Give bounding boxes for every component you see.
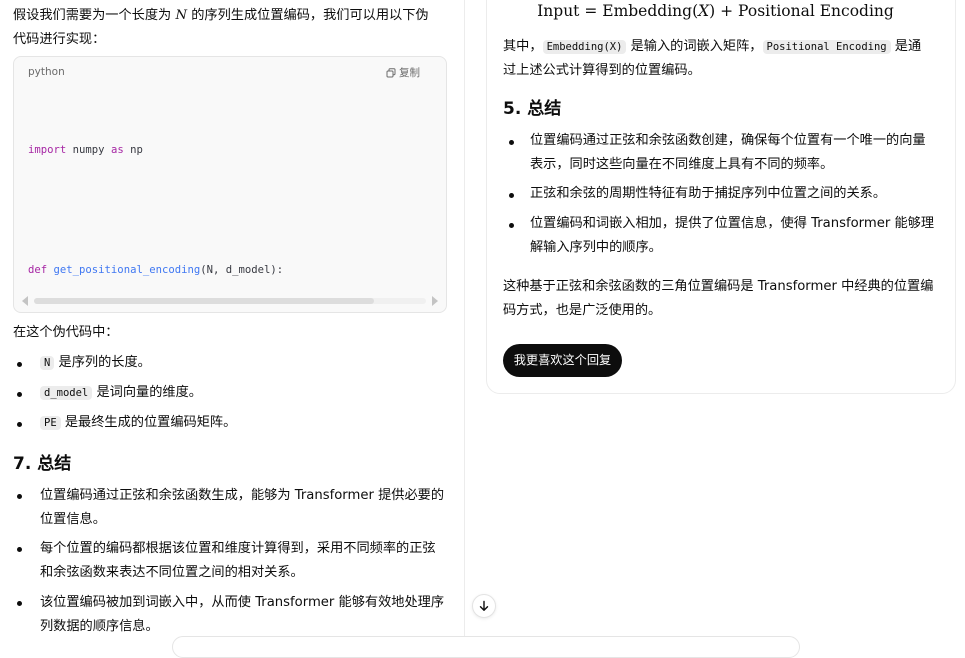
inline-code: Embedding(X) [542, 40, 627, 54]
param-item: N 是序列的长度。 [40, 351, 151, 375]
where-paragraph: 其中， Embedding(X) 是输入的词嵌入矩阵， Positional Enc… [503, 39, 922, 54]
prefer-response-button[interactable]: 我更喜欢这个回复 [503, 344, 622, 377]
formula: Input = Embedding(X) + Positional Encodi… [537, 2, 894, 20]
right-response-pane: Input = Embedding(X) + Positional Encodi… [466, 0, 965, 642]
pseudo-code-heading: 在这个伪代码中： [13, 325, 119, 340]
code-horizontal-scrollbar[interactable] [22, 296, 438, 306]
bullet-dot [17, 494, 22, 499]
bullet-dot [17, 547, 22, 552]
code-content: import numpy as np def get_positional_en… [28, 100, 446, 312]
copy-label: 复制 [399, 67, 420, 79]
intro-text-a: 假设我们需要为一个长度为 [13, 8, 176, 23]
bullet-dot [17, 601, 22, 606]
intro-paragraph-line2: 代码进行实现： [13, 32, 106, 47]
intro-text-b: 的序列生成位置编码，我们可以用以下伪 [187, 8, 429, 23]
closing-paragraph-line2: 码方式，也是广泛使用的。 [503, 303, 662, 318]
intro-variable: N [175, 8, 187, 23]
scroll-to-bottom-button[interactable] [472, 594, 496, 618]
param-item: PE 是最终生成的位置编码矩阵。 [40, 411, 236, 435]
param-item: d_model 是词向量的维度。 [40, 381, 202, 405]
inline-code: d_model [40, 386, 93, 400]
summary-item: 该位置编码被加到词嵌入中，从而使 Transformer 能够有效地处理序 [40, 595, 445, 610]
scroll-left-icon[interactable] [22, 296, 28, 306]
summary-item: 正弦和余弦的周期性特征有助于捕捉序列中位置之间的关系。 [530, 186, 887, 201]
bullet-dot [509, 140, 514, 145]
code-line: import numpy as np [28, 144, 143, 156]
code-line: def get_positional_encoding(N, d_model): [28, 264, 284, 276]
code-language-label: python [28, 66, 65, 78]
where-paragraph-line2: 过上述公式计算得到的位置编码。 [503, 63, 701, 78]
inline-code: Positional Encoding [762, 40, 891, 54]
closing-paragraph: 这种基于正弦和余弦函数的三角位置编码是 Transformer 中经典的位置编 [503, 279, 934, 294]
bullet-dot [17, 422, 22, 427]
code-block: python 复制 import numpy as np def get_pos… [13, 56, 447, 313]
code-block-header: python 复制 [14, 57, 446, 89]
arrow-down-icon [479, 600, 489, 611]
scroll-right-icon[interactable] [432, 296, 438, 306]
summary-item-cont: 位置信息。 [40, 512, 106, 527]
section-heading: 7. 总结 [13, 454, 72, 474]
summary-item-cont: 解输入序列中的顺序。 [530, 240, 662, 255]
copy-icon [386, 67, 396, 77]
summary-item-cont: 和余弦函数来表达不同位置之间的相对关系。 [40, 565, 304, 580]
scrollbar-thumb[interactable] [34, 298, 374, 304]
inline-code: N [40, 356, 55, 370]
copy-code-button[interactable]: 复制 [386, 65, 420, 80]
bullet-dot [509, 223, 514, 228]
bullet-dot [509, 193, 514, 198]
summary-item: 位置编码通过正弦和余弦函数生成，能够为 Transformer 提供必要的 [40, 488, 445, 503]
summary-item-cont: 列数据的顺序信息。 [40, 619, 159, 634]
message-composer[interactable] [172, 636, 800, 658]
section-heading: 5. 总结 [503, 99, 562, 119]
inline-code: PE [40, 416, 61, 430]
summary-item: 位置编码通过正弦和余弦函数创建，确保每个位置有一个唯一的向量 [530, 133, 926, 148]
summary-item-cont: 表示，同时这些向量在不同维度上具有不同的频率。 [530, 157, 834, 172]
bullet-dot [17, 392, 22, 397]
summary-item: 位置编码和词嵌入相加，提供了位置信息，使得 Transformer 能够理 [530, 216, 935, 231]
summary-item: 每个位置的编码都根据该位置和维度计算得到，采用不同频率的正弦 [40, 541, 436, 556]
intro-paragraph: 假设我们需要为一个长度为 N 的序列生成位置编码，我们可以用以下伪 [13, 4, 429, 28]
left-response-pane: 假设我们需要为一个长度为 N 的序列生成位置编码，我们可以用以下伪 代码进行实现… [0, 0, 465, 642]
bullet-dot [17, 362, 22, 367]
